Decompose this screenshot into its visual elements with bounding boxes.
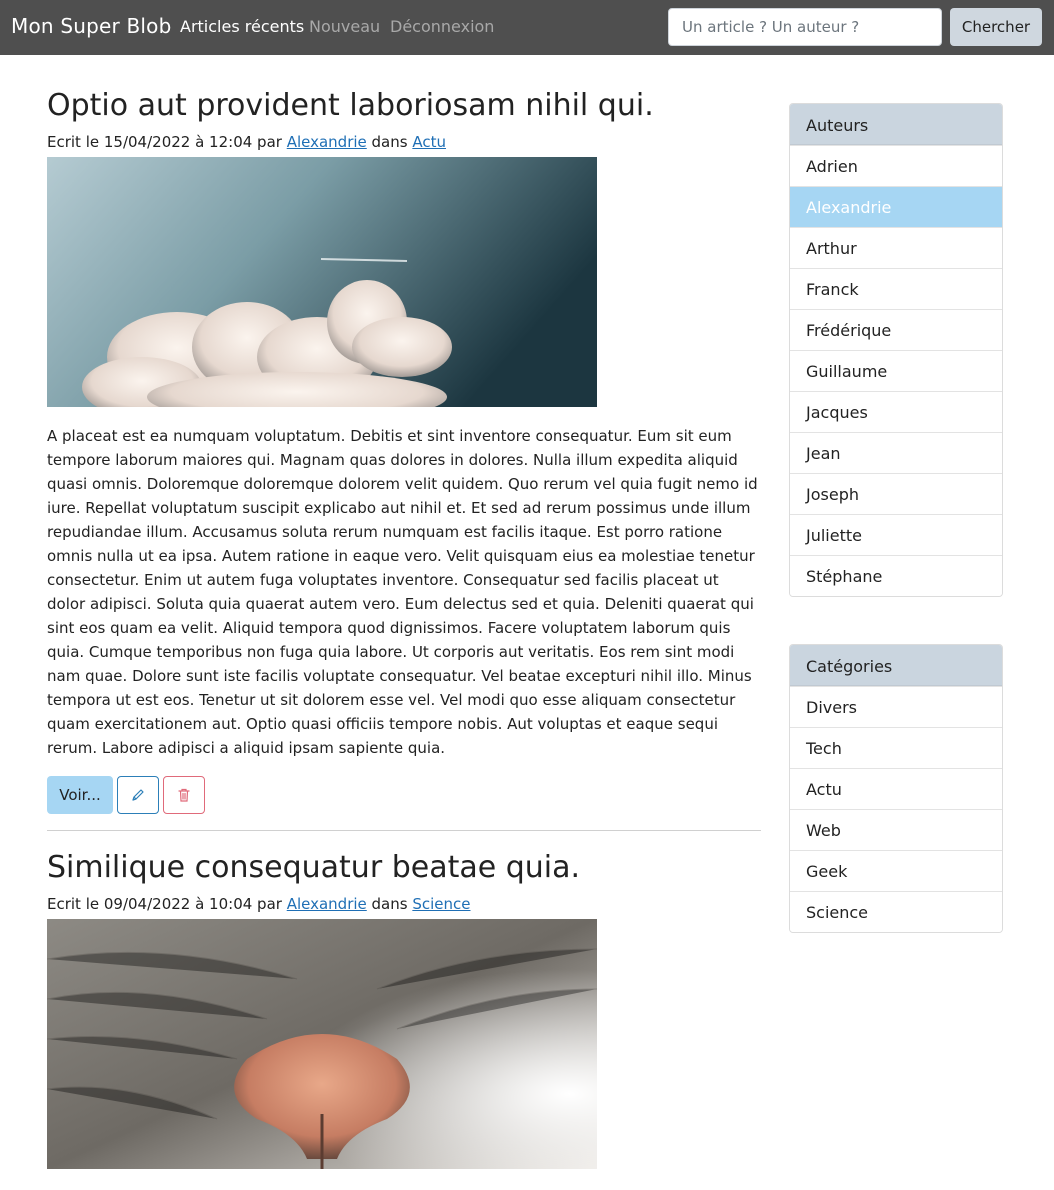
article-title[interactable]: Optio aut provident laboriosam nihil qui… xyxy=(47,88,761,123)
category-link[interactable]: Science xyxy=(412,895,470,913)
categories-panel-header: Catégories xyxy=(790,645,1002,686)
edit-button[interactable] xyxy=(117,776,159,814)
author-item-jacques[interactable]: Jacques xyxy=(790,391,1002,432)
article-divider xyxy=(47,830,761,831)
article-meta: Ecrit le 15/04/2022 à 12:04 par Alexandr… xyxy=(47,133,761,151)
article-image-sky xyxy=(47,157,597,407)
search-button[interactable]: Chercher xyxy=(950,8,1042,46)
article-meta: Ecrit le 09/04/2022 à 10:04 par Alexandr… xyxy=(47,895,761,913)
article-image-cat-nose xyxy=(47,919,597,1169)
top-navbar: Mon Super Blob Articles récents Nouveau … xyxy=(0,0,1054,55)
nav-articles-recents[interactable]: Articles récents xyxy=(180,17,304,36)
author-item-arthur[interactable]: Arthur xyxy=(790,227,1002,268)
nav-nouveau[interactable]: Nouveau xyxy=(309,17,380,36)
categories-panel: Catégories Divers Tech Actu Web Geek Sci… xyxy=(789,644,1003,933)
category-item-tech[interactable]: Tech xyxy=(790,727,1002,768)
authors-panel: Auteurs Adrien Alexandrie Arthur Franck … xyxy=(789,103,1003,597)
article-body: A placeat est ea numquam voluptatum. Deb… xyxy=(47,427,758,757)
article-card: Similique consequatur beatae quia. Ecrit… xyxy=(47,850,761,1169)
author-item-joseph[interactable]: Joseph xyxy=(790,473,1002,514)
voir-button[interactable]: Voir... xyxy=(47,776,113,814)
author-item-juliette[interactable]: Juliette xyxy=(790,514,1002,555)
delete-button[interactable] xyxy=(163,776,205,814)
author-item-guillaume[interactable]: Guillaume xyxy=(790,350,1002,391)
category-item-geek[interactable]: Geek xyxy=(790,850,1002,891)
category-item-actu[interactable]: Actu xyxy=(790,768,1002,809)
author-item-jean[interactable]: Jean xyxy=(790,432,1002,473)
pencil-icon xyxy=(132,789,144,801)
author-item-adrien[interactable]: Adrien xyxy=(790,145,1002,186)
category-item-divers[interactable]: Divers xyxy=(790,686,1002,727)
article-actions: Voir... xyxy=(47,776,761,814)
author-link[interactable]: Alexandrie xyxy=(287,133,367,151)
author-item-frederique[interactable]: Frédérique xyxy=(790,309,1002,350)
article-card: Optio aut provident laboriosam nihil qui… xyxy=(47,88,761,831)
meta-separator: dans xyxy=(366,895,413,913)
trash-icon xyxy=(178,788,190,802)
meta-date: Ecrit le 09/04/2022 à 10:04 par xyxy=(47,895,287,913)
category-item-web[interactable]: Web xyxy=(790,809,1002,850)
author-item-stephane[interactable]: Stéphane xyxy=(790,555,1002,596)
author-link[interactable]: Alexandrie xyxy=(287,895,367,913)
category-item-science[interactable]: Science xyxy=(790,891,1002,932)
nav-deconnexion[interactable]: Déconnexion xyxy=(390,17,494,36)
author-item-franck[interactable]: Franck xyxy=(790,268,1002,309)
meta-date: Ecrit le 15/04/2022 à 12:04 par xyxy=(47,133,287,151)
category-link[interactable]: Actu xyxy=(412,133,446,151)
author-item-alexandrie[interactable]: Alexandrie xyxy=(790,186,1002,227)
search-input[interactable] xyxy=(668,8,942,46)
authors-panel-header: Auteurs xyxy=(790,104,1002,145)
meta-separator: dans xyxy=(366,133,413,151)
article-title[interactable]: Similique consequatur beatae quia. xyxy=(47,850,761,885)
brand-logo[interactable]: Mon Super Blob xyxy=(11,14,172,38)
